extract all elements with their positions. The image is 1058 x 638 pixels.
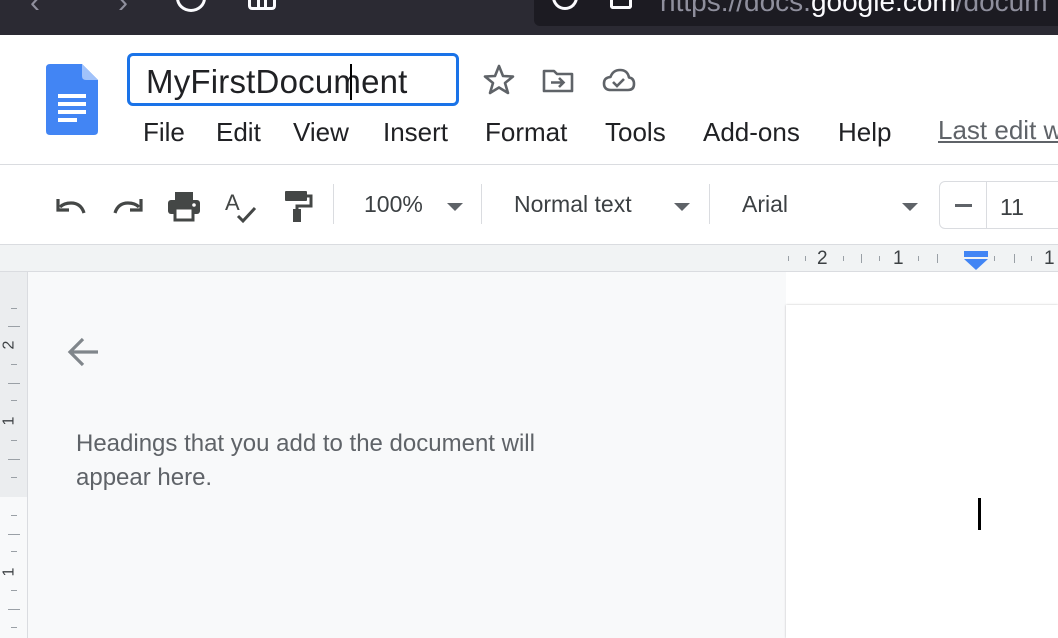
ruler-tick [8, 383, 20, 384]
menu-help[interactable]: Help [838, 115, 891, 150]
menu-view[interactable]: View [293, 115, 349, 150]
ruler-tick [11, 590, 17, 591]
ruler-tick [11, 515, 17, 516]
text-caret [350, 64, 352, 100]
move-to-folder-icon[interactable] [541, 63, 575, 97]
forward-nav-icon[interactable]: › [118, 0, 128, 20]
font-family-select[interactable]: Arial [742, 191, 788, 218]
ruler-tick [8, 534, 20, 535]
document-page[interactable] [786, 305, 1058, 638]
document-title: MyFirstDocument [146, 63, 408, 100]
vertical-ruler[interactable]: 2 1 1 [0, 272, 28, 638]
ruler-tick [11, 364, 17, 365]
docs-header: MyFirstDocument File Edit View Insert Fo… [0, 35, 1058, 165]
ruler-tick [918, 256, 919, 261]
font-size-value[interactable]: 11 [1000, 194, 1024, 221]
paragraph-style-select[interactable]: Normal text [514, 191, 632, 218]
svg-text:A: A [225, 190, 240, 215]
ruler-margin-shade [0, 272, 27, 497]
horizontal-ruler[interactable]: 2 1 1 [0, 244, 1058, 272]
page-info-icon[interactable] [610, 0, 632, 9]
ruler-number: 1 [893, 248, 904, 269]
toolbar-divider [481, 184, 482, 224]
formatting-toolbar: A 100% Normal text Arial 11 [0, 166, 1058, 244]
paint-format-icon[interactable] [279, 188, 315, 224]
ruler-number: 1 [0, 567, 18, 577]
toolbar-divider [709, 184, 710, 224]
ruler-tick [805, 256, 806, 261]
font-size-control: 11 [939, 181, 1058, 229]
ruler-tick [11, 308, 17, 309]
ruler-tick [8, 459, 20, 460]
menu-tools[interactable]: Tools [605, 115, 666, 150]
ruler-tick [994, 256, 995, 261]
menu-edit[interactable]: Edit [216, 115, 261, 150]
text-caret [978, 498, 981, 530]
menu-format[interactable]: Format [485, 115, 567, 150]
url-text[interactable]: https://docs.google.com/docum [660, 0, 1048, 18]
document-title-input[interactable]: MyFirstDocument [127, 53, 459, 106]
print-icon[interactable] [166, 188, 202, 224]
extensions-icon[interactable] [248, 0, 276, 10]
ruler-tick [861, 254, 862, 263]
toolbar-divider [333, 184, 334, 224]
ruler-number: 1 [0, 416, 18, 426]
style-dropdown-icon[interactable] [674, 203, 690, 211]
ruler-tick [879, 256, 880, 261]
url-path: /docum [955, 0, 1048, 17]
url-domain: google.com [810, 0, 956, 17]
undo-icon[interactable] [53, 188, 89, 224]
menu-insert[interactable]: Insert [383, 115, 448, 150]
last-edit-link[interactable]: Last edit w [938, 115, 1058, 146]
ruler-number: 2 [0, 340, 18, 350]
url-prefix: https://docs. [660, 0, 811, 17]
menu-file[interactable]: File [143, 115, 185, 150]
ruler-number: 1 [1044, 248, 1055, 269]
menu-addons[interactable]: Add-ons [703, 115, 800, 150]
document-outline-panel: Headings that you add to the document wi… [28, 272, 786, 638]
reload-icon[interactable] [176, 0, 206, 12]
decrease-font-size-button[interactable] [940, 182, 987, 228]
ruler-number: 2 [817, 248, 828, 269]
ruler-tick [788, 256, 789, 261]
browser-toolbar: ‹ › https://docs.google.com/docum [0, 0, 1058, 35]
ruler-tick [8, 326, 20, 327]
zoom-dropdown-icon[interactable] [447, 203, 463, 211]
ruler-tick [11, 551, 17, 552]
indent-marker-icon[interactable] [962, 249, 990, 271]
ruler-tick [11, 627, 17, 628]
ruler-tick [937, 254, 938, 263]
cloud-saved-icon[interactable] [602, 63, 636, 97]
arrow-left-icon[interactable] [66, 334, 102, 370]
spellcheck-icon[interactable]: A [222, 188, 258, 224]
ruler-tick [11, 440, 17, 441]
star-icon[interactable] [482, 63, 516, 97]
ruler-tick [11, 400, 17, 401]
outline-empty-hint: Headings that you add to the document wi… [76, 430, 535, 491]
google-docs-logo[interactable] [46, 64, 98, 135]
ruler-tick [8, 609, 20, 610]
ruler-tick [843, 256, 844, 261]
font-dropdown-icon[interactable] [902, 203, 918, 211]
redo-icon[interactable] [110, 188, 146, 224]
ruler-tick [1014, 254, 1015, 263]
zoom-select[interactable]: 100% [364, 191, 423, 218]
ruler-tick [1031, 256, 1032, 261]
back-nav-icon[interactable]: ‹ [30, 0, 40, 20]
ruler-tick [11, 477, 17, 478]
